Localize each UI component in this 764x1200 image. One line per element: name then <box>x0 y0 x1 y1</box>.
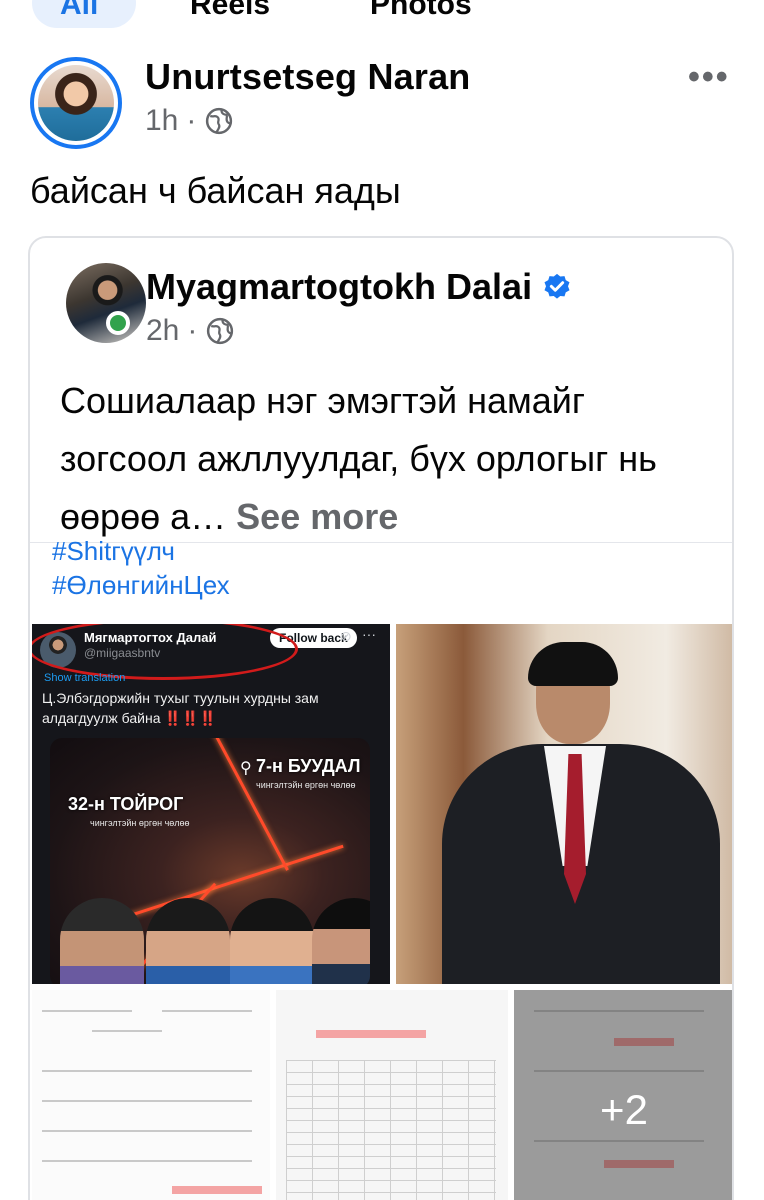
see-more-link[interactable]: See more <box>236 496 398 537</box>
hashtag-link[interactable]: #ӨлөнгийнЦех <box>52 568 230 602</box>
photo-document-3[interactable]: +2 <box>514 990 732 1200</box>
tweet-translate-link: Show translation <box>44 672 126 684</box>
post-time[interactable]: 1h <box>145 104 178 138</box>
shared-post-time[interactable]: 2h <box>146 314 179 348</box>
online-status-dot <box>106 311 130 335</box>
tab-all-label: All <box>60 0 99 21</box>
map-label-7-buudal: 7-н БУУДАЛ <box>256 756 361 776</box>
person-photo <box>146 898 230 984</box>
verified-badge-icon <box>544 273 570 299</box>
person-photo <box>312 898 370 984</box>
shared-author-avatar[interactable] <box>66 263 146 343</box>
meta-separator: · <box>186 104 197 137</box>
avatar-image <box>38 65 114 141</box>
photo-portrait[interactable] <box>396 624 732 984</box>
city-night-map-image: ⚲ 7-н БУУДАЛ чингэлтэйн өргөн чөлөө 32-н… <box>50 738 370 984</box>
shared-post-meta: 2h · <box>146 314 235 348</box>
tab-reels[interactable]: Reels <box>190 0 270 22</box>
photo-document-1[interactable] <box>32 990 270 1200</box>
tweet-text: Ц.Элбэгдоржийн тухыг туулын хурдны зам а… <box>42 688 382 728</box>
shared-author: Myagmartogtokh Dalai <box>146 266 572 308</box>
portrait-hair <box>528 642 618 686</box>
globe-icon <box>206 107 233 135</box>
doc-line <box>42 1070 252 1072</box>
tab-all[interactable]: All <box>32 0 136 28</box>
meta-separator: · <box>187 314 198 347</box>
doc-highlight <box>316 1030 426 1038</box>
doc-line <box>42 1100 252 1102</box>
tab-photos[interactable]: Photos <box>370 0 472 22</box>
map-sublabel: чингэлтэйн өргөн чөлөө <box>90 818 190 828</box>
hashtag-list: #Shitгүүлч #ӨлөнгийнЦех <box>52 534 230 602</box>
person-photo <box>230 898 314 984</box>
doc-line <box>42 1130 252 1132</box>
map-sublabel: чингэлтэйн өргөн чөлөө <box>256 780 356 790</box>
author-avatar[interactable] <box>30 57 122 149</box>
more-options-icon[interactable]: ••• <box>688 58 730 97</box>
person-photo <box>60 898 144 984</box>
hashtag-link[interactable]: #Shitгүүлч <box>52 534 230 568</box>
map-pin-icon: ⚲ <box>240 760 252 777</box>
post-meta: 1h · <box>145 104 234 138</box>
post-author-name[interactable]: Unurtsetseg Naran <box>145 56 470 98</box>
grok-icon: ⊘ <box>340 628 352 644</box>
post-text: байсан ч байсан яады <box>30 170 401 211</box>
doc-line <box>162 1010 252 1012</box>
shared-post-card[interactable]: Myagmartogtokh Dalai 2h · Сошиалаар нэг … <box>28 236 734 1200</box>
tweet-more-icon: ··· <box>362 626 376 642</box>
map-label-32-toirog: 32-н ТОЙРОГ <box>68 794 184 814</box>
doc-table <box>286 1060 496 1200</box>
doc-highlight <box>172 1186 262 1194</box>
shared-author-name[interactable]: Myagmartogtokh Dalai <box>146 266 532 308</box>
filter-tabs: All Reels Photos <box>0 0 764 28</box>
photo-document-2[interactable] <box>276 990 508 1200</box>
doc-line <box>42 1010 132 1012</box>
globe-icon <box>207 317 234 345</box>
shared-post-text: Сошиалаар нэг эмэгтэй намайг зогсоол ажл… <box>60 372 720 546</box>
more-photos-count[interactable]: +2 <box>514 1086 732 1134</box>
tweet-exclaim: ‼️‼️‼️ <box>164 710 217 726</box>
doc-line <box>42 1160 252 1162</box>
photo-tweet-screenshot[interactable]: Мягмартогтох Далай @miigaasbntv Follow b… <box>32 624 390 984</box>
doc-line <box>92 1030 162 1032</box>
